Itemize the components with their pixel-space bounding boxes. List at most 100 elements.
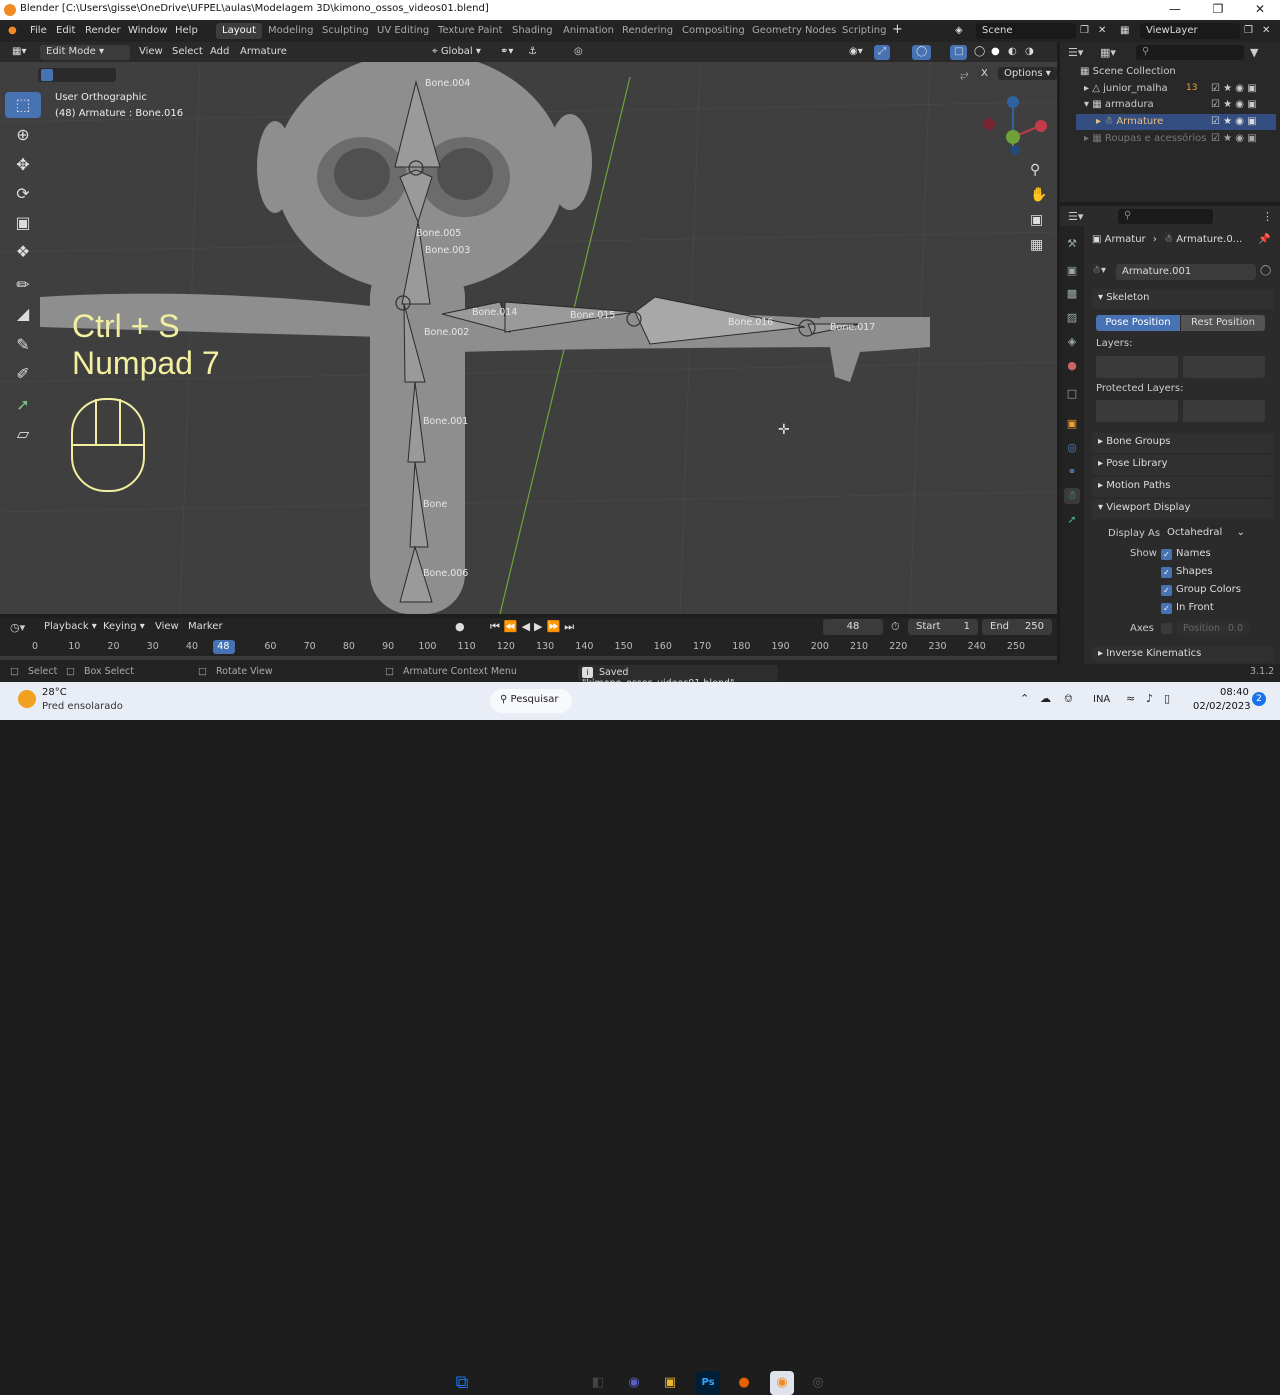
material-shading-icon[interactable]: ◐ (1004, 45, 1021, 60)
tab-texture-paint[interactable]: Texture Paint (432, 23, 509, 39)
outliner-item-armadura[interactable]: ▾ ▦ armadura ☑ ★ ◉ ▣ (1076, 97, 1276, 113)
select-new-icon[interactable] (41, 69, 53, 81)
mirror-x-toggle[interactable]: X (978, 67, 991, 80)
outliner-item-junior-malha[interactable]: ▸ △ junior_malha 13 ☑ ★ ◉ ▣ (1076, 81, 1276, 97)
protected-layers-grid-a[interactable] (1096, 400, 1178, 422)
proportional-edit-icon[interactable]: ◎ (570, 45, 587, 60)
view-layer-selector[interactable]: ViewLayer (1140, 23, 1240, 39)
outliner-search-input[interactable]: ⚲ (1136, 45, 1244, 60)
visibility-icon[interactable]: ◉▾ (845, 45, 867, 60)
menu-file[interactable]: File (30, 25, 47, 36)
row-controls[interactable]: ☑ ★ ◉ ▣ (1211, 99, 1257, 110)
clock-date[interactable]: 02/02/2023 (1193, 701, 1251, 712)
axes-position-field[interactable]: Position 0.0 (1177, 621, 1249, 636)
playback-controls[interactable]: ⏮⏪◀▶⏩⏭ (490, 620, 578, 634)
xray-toggle-icon[interactable]: □ (950, 45, 968, 60)
volume-icon[interactable]: ♪ (1146, 692, 1153, 705)
add-workspace-icon[interactable]: + (892, 22, 903, 37)
properties-editor-icon[interactable]: ☰▾ (1068, 210, 1083, 223)
maximize-icon[interactable]: ❐ (1198, 2, 1238, 16)
output-tab-icon[interactable]: ▩ (1064, 286, 1080, 302)
menu-window[interactable]: Window (128, 25, 167, 36)
tab-compositing[interactable]: Compositing (676, 23, 751, 39)
input-language[interactable]: INA (1093, 694, 1110, 705)
taskbar-search[interactable]: ⚲ Pesquisar (490, 689, 572, 713)
rendered-shading-icon[interactable]: ◑ (1021, 45, 1038, 60)
gizmo-toggle-icon[interactable]: ⤢ (874, 45, 890, 60)
extrude-tool-icon[interactable]: ➚ (5, 392, 41, 418)
tab-animation[interactable]: Animation (557, 23, 620, 39)
battery-icon[interactable]: ▯ (1164, 692, 1170, 705)
row-controls[interactable]: ☑ ★ ◉ ▣ (1211, 133, 1257, 144)
select-box-tool-icon[interactable]: ⬚ (5, 92, 41, 118)
tab-sculpting[interactable]: Sculpting (316, 23, 375, 39)
menu-armature[interactable]: Armature (236, 45, 291, 60)
annotate-tool-icon[interactable]: ✏ (5, 272, 41, 298)
tab-scripting[interactable]: Scripting (836, 23, 892, 39)
view-layer-tab-icon[interactable]: ▨ (1064, 310, 1080, 326)
weather-sun-icon[interactable] (18, 690, 36, 708)
group-colors-checkbox[interactable]: ✓ Group Colors (1161, 584, 1241, 596)
timeline-view-menu[interactable]: View (155, 621, 179, 632)
record-icon[interactable]: ● (455, 620, 465, 633)
microphone-icon[interactable]: ⎊ (1064, 692, 1073, 706)
move-tool-icon[interactable]: ✥ (5, 152, 41, 178)
cloud-icon[interactable]: ☁ (1040, 692, 1051, 705)
current-frame-field[interactable]: 48 (823, 619, 883, 635)
envelope-tool-icon[interactable]: ▱ (5, 421, 41, 447)
options-dropdown[interactable]: Options ▾ (998, 67, 1057, 80)
blender-taskbar-icon[interactable]: ◉ (770, 1371, 794, 1395)
weather-description[interactable]: Pred ensolarado (42, 701, 123, 712)
menu-render[interactable]: Render (85, 25, 121, 36)
render-tab-icon[interactable]: ▣ (1064, 263, 1080, 279)
chrome-icon[interactable]: ◎ (806, 1371, 830, 1395)
overlay-toggle-icon[interactable]: ◯ (912, 45, 932, 60)
rotate-tool-icon[interactable]: ⟳ (5, 181, 41, 207)
transform-orientation-selector[interactable]: ⌖ Global ▾ (428, 45, 485, 60)
menu-add[interactable]: Add (206, 45, 233, 60)
armature-data-tab-icon[interactable]: ☃ (1064, 488, 1080, 504)
tab-rendering[interactable]: Rendering (616, 23, 679, 39)
menu-edit[interactable]: Edit (56, 25, 75, 36)
teams-icon[interactable]: ◉ (622, 1371, 646, 1395)
filter-icon[interactable]: ▼ (1250, 46, 1258, 59)
bone-groups-panel-header[interactable]: ▸ Bone Groups (1092, 433, 1274, 453)
names-checkbox[interactable]: ✓ Names (1161, 548, 1211, 560)
stopwatch-icon[interactable]: ⏱ (891, 620, 900, 634)
pan-hand-icon[interactable]: ✋ (1030, 187, 1047, 203)
scale-tool-icon[interactable]: ▣ (5, 210, 41, 236)
timeline-scrollbar[interactable] (0, 656, 1057, 660)
rest-position-button[interactable]: Rest Position (1181, 315, 1265, 331)
layers-grid-a[interactable] (1096, 356, 1178, 378)
transform-tool-icon[interactable]: ❖ (5, 239, 41, 265)
scene-selector[interactable]: Scene (976, 23, 1076, 39)
outliner-editor-icon[interactable]: ☰▾ (1068, 46, 1083, 59)
windows-start-icon[interactable]: ⧉ (450, 1371, 474, 1395)
solid-shading-icon[interactable]: ● (987, 45, 1004, 60)
pivot-point-icon[interactable]: ⚭▾ (496, 45, 517, 60)
view-layer-copy-icon[interactable]: ❐ (1244, 25, 1253, 36)
scene-copy-icon[interactable]: ❐ (1080, 25, 1089, 36)
bone-tab-icon[interactable]: ➚ (1064, 512, 1080, 528)
view-layer-delete-icon[interactable]: ✕ (1262, 25, 1270, 36)
physics-tab-icon[interactable]: ◎ (1064, 440, 1080, 456)
row-controls[interactable]: ☑ ★ ◉ ▣ (1211, 83, 1257, 94)
notification-badge[interactable]: 2 (1252, 692, 1266, 706)
tab-geometry-nodes[interactable]: Geometry Nodes (746, 23, 842, 39)
playback-menu[interactable]: Playback ▾ (44, 621, 97, 632)
tab-shading[interactable]: Shading (506, 23, 559, 39)
bone-roll-tool-icon[interactable]: ✎ (5, 332, 41, 358)
tab-modeling[interactable]: Modeling (262, 23, 320, 39)
motion-paths-panel-header[interactable]: ▸ Motion Paths (1092, 477, 1274, 497)
wifi-icon[interactable]: ≈ (1126, 692, 1135, 705)
zoom-icon[interactable]: ⚲ (1030, 162, 1040, 178)
display-mode-icon[interactable]: ▦▾ (1100, 46, 1116, 59)
pin-icon[interactable]: 📌 (1258, 234, 1270, 245)
display-as-dropdown[interactable]: Octahedral ⌄ (1161, 525, 1249, 541)
viewport-display-panel-header[interactable]: ▾ Viewport Display (1092, 499, 1274, 519)
keying-menu[interactable]: Keying ▾ (103, 621, 145, 632)
tab-layout[interactable]: Layout (216, 23, 262, 39)
perspective-toggle-icon[interactable]: ▦ (1030, 237, 1043, 253)
menu-select[interactable]: Select (168, 45, 207, 60)
weather-temperature[interactable]: 28°C (42, 687, 67, 698)
